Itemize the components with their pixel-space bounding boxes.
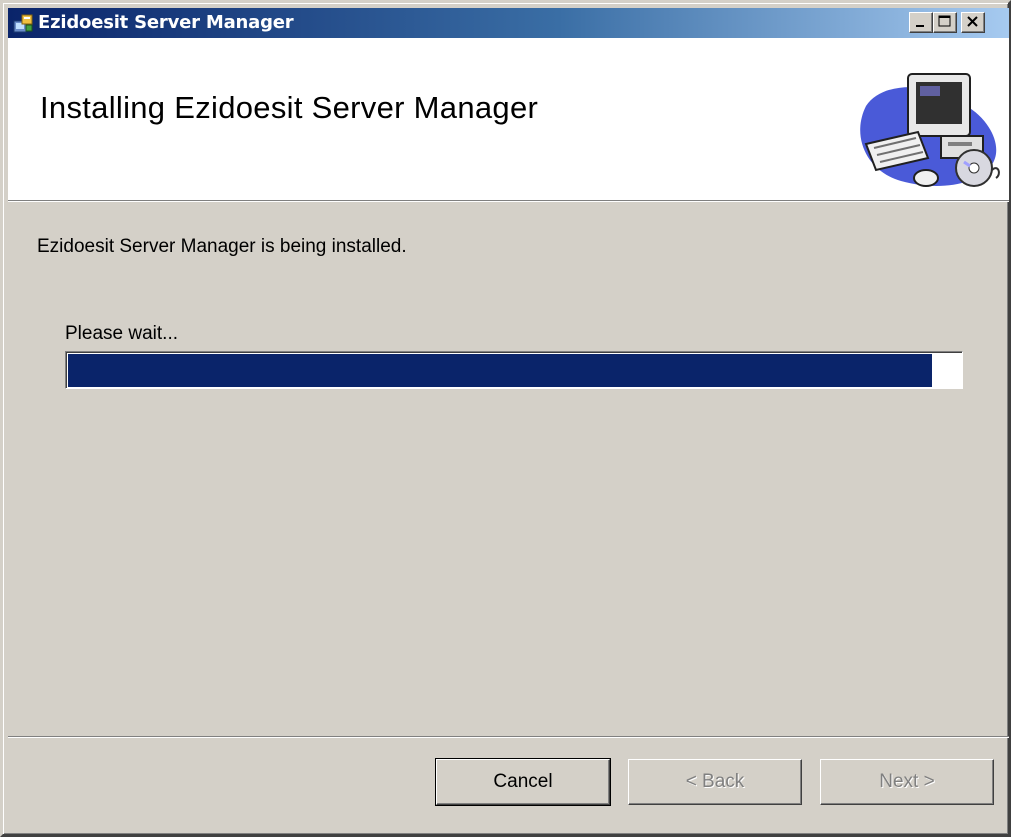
minimize-button[interactable] — [909, 12, 933, 33]
computer-installer-icon — [846, 66, 1006, 196]
minimize-icon — [916, 25, 924, 27]
title-bar[interactable]: Ezidoesit Server Manager — [8, 8, 1009, 38]
installer-window: Ezidoesit Server Manager Installing Ezid… — [0, 0, 1011, 837]
cancel-button[interactable]: Cancel — [435, 758, 611, 806]
footer-divider — [8, 736, 1009, 738]
install-progress-bar — [65, 351, 963, 389]
maximize-button[interactable] — [933, 12, 957, 33]
progress-bar-fill — [68, 354, 932, 387]
install-status-text: Ezidoesit Server Manager is being instal… — [37, 236, 407, 257]
installer-app-icon — [12, 12, 34, 34]
page-title: Installing Ezidoesit Server Manager — [40, 90, 539, 125]
next-button[interactable]: Next > — [820, 759, 994, 805]
please-wait-label: Please wait... — [65, 323, 178, 344]
window-title: Ezidoesit Server Manager — [38, 12, 294, 33]
close-button[interactable] — [961, 12, 985, 33]
maximize-icon — [938, 15, 951, 27]
back-button[interactable]: < Back — [628, 759, 802, 805]
installer-header-banner: Installing Ezidoesit Server Manager — [8, 38, 1009, 201]
close-icon — [967, 16, 978, 27]
